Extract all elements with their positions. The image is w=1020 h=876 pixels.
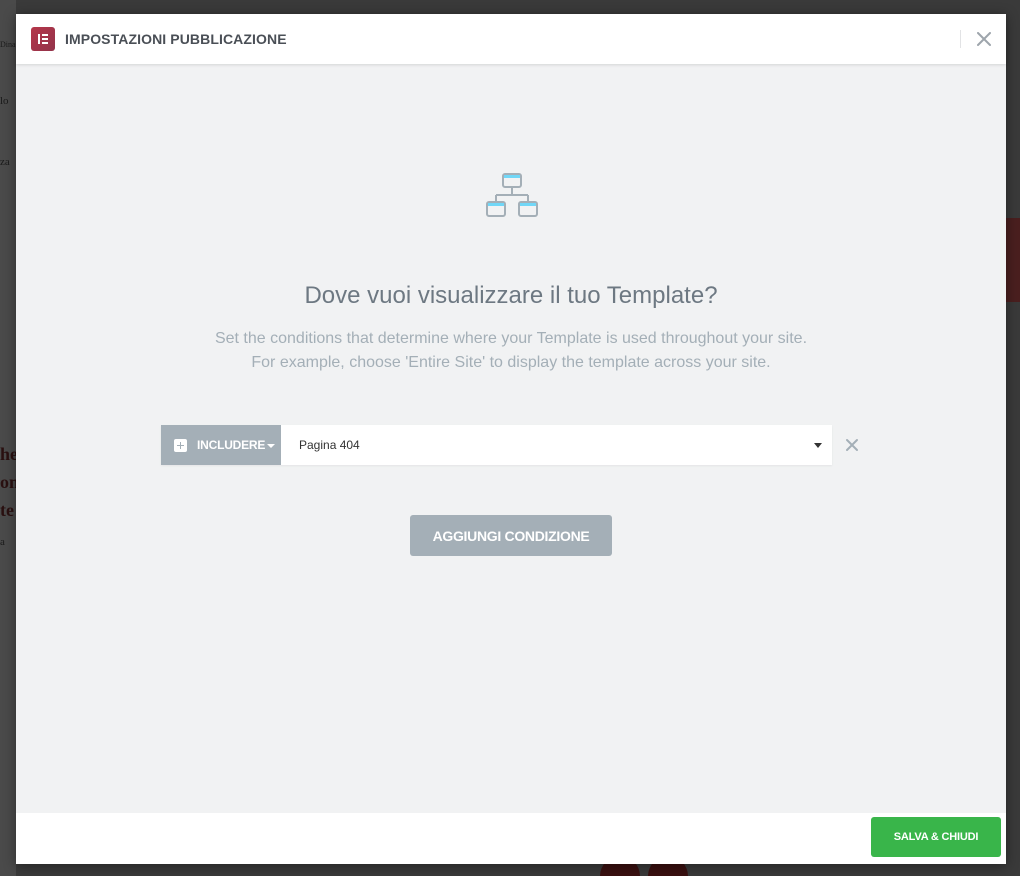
remove-icon	[846, 439, 858, 451]
background-text: lo	[0, 95, 9, 107]
close-icon	[977, 32, 991, 46]
background-text: te	[0, 500, 14, 520]
background-panel	[1006, 218, 1020, 302]
background-page	[0, 0, 16, 876]
caret-down-icon	[267, 443, 276, 448]
add-condition-button[interactable]: AGGIUNGI CONDIZIONE	[410, 515, 612, 556]
modal-footer: SALVA & CHIUDI	[16, 813, 1006, 864]
caret-down-icon	[814, 443, 822, 448]
condition-row: INCLUDERE Pagina 404	[161, 425, 832, 465]
condition-value: Pagina 404	[299, 438, 360, 452]
sitemap-icon	[486, 171, 540, 226]
background-text: Dina	[0, 40, 16, 49]
publish-settings-modal: IMPOSTAZIONI PUBBLICAZIONE Dove vuoi vis…	[16, 14, 1006, 864]
condition-value-select[interactable]: Pagina 404	[281, 425, 832, 465]
plus-icon	[174, 438, 187, 452]
save-and-close-button[interactable]: SALVA & CHIUDI	[871, 817, 1001, 857]
modal-header: IMPOSTAZIONI PUBBLICAZIONE	[16, 14, 1006, 64]
condition-type-select[interactable]: INCLUDERE	[161, 425, 281, 465]
conditions-headline: Dove vuoi visualizzare il tuo Template?	[304, 282, 718, 309]
remove-condition-button[interactable]	[844, 437, 860, 453]
close-button[interactable]	[974, 29, 994, 49]
header-divider	[960, 30, 961, 48]
modal-title: IMPOSTAZIONI PUBBLICAZIONE	[65, 31, 287, 47]
conditions-description: Set the conditions that determine where …	[214, 330, 808, 347]
background-text: a	[0, 536, 5, 548]
elementor-logo-icon	[31, 27, 55, 51]
condition-type-label: INCLUDERE	[197, 438, 266, 452]
conditions-description: For example, choose 'Entire Site' to dis…	[251, 354, 771, 371]
background-text: za	[0, 156, 10, 168]
